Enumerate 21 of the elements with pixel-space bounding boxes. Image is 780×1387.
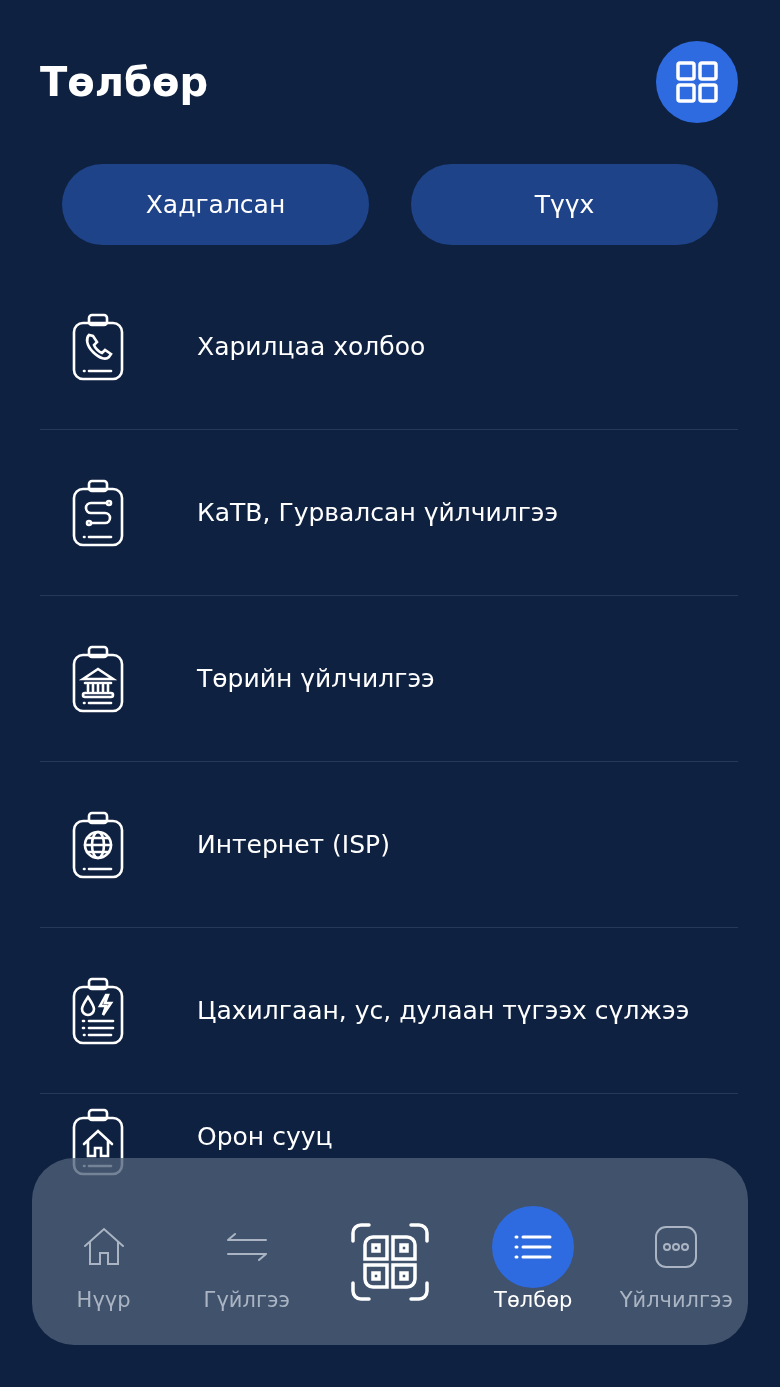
globe-clipboard-icon <box>71 810 125 879</box>
nav-tab[interactable]: Гүйлгээ <box>175 1205 319 1312</box>
category-label[interactable]: Цахилгаан, ус, дулаан түгээх сүлжээ <box>197 996 690 1025</box>
category-label[interactable]: Интернет (ISP) <box>197 830 390 859</box>
grid-icon <box>675 60 719 104</box>
page-title: Төлбөр <box>40 59 209 105</box>
qr-scan-icon <box>349 1220 431 1303</box>
category-label[interactable]: Орон сууц <box>197 1122 333 1151</box>
category-label[interactable]: КаТВ, Гурвалсан үйлчилгээ <box>197 498 559 527</box>
building-clipboard-icon <box>71 644 125 713</box>
more-icon <box>653 1223 700 1270</box>
drop-bolt-clipboard-icon <box>71 976 125 1045</box>
category-label[interactable]: Харилцаа холбоо <box>197 332 426 361</box>
nav-tab[interactable]: Үйлчилгээ <box>604 1205 748 1312</box>
category-label[interactable]: Төрийн үйлчилгээ <box>197 664 435 693</box>
nav-tab[interactable]: Төлбөр <box>461 1205 605 1312</box>
nav-tab[interactable]: Нүүр <box>32 1205 176 1312</box>
pill-button[interactable]: Хадгалсан <box>62 164 369 245</box>
pill-button[interactable]: Түүх <box>411 164 718 245</box>
phone-clipboard-icon <box>71 312 125 381</box>
cable-clipboard-icon <box>71 478 125 547</box>
